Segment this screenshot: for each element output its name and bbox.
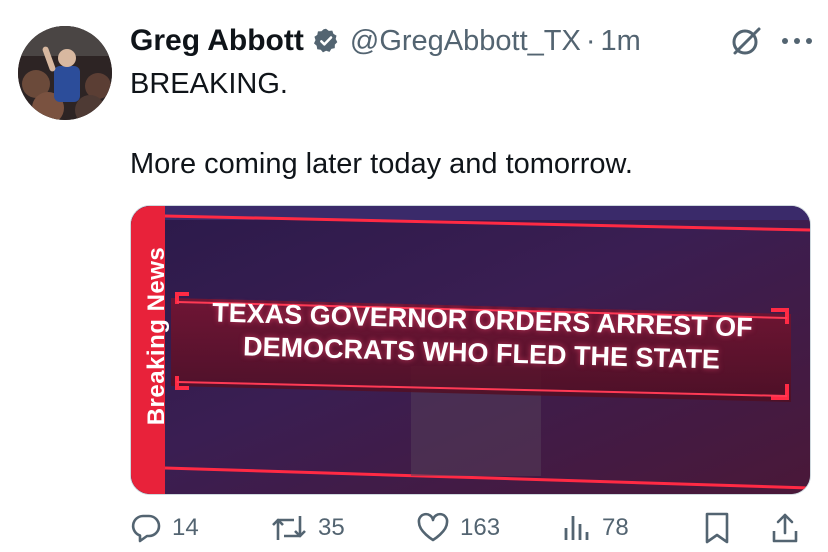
views-count: 78 bbox=[602, 514, 629, 541]
retweet-button[interactable]: 35 bbox=[270, 506, 345, 550]
avatar[interactable] bbox=[18, 26, 112, 120]
display-name[interactable]: Greg Abbott bbox=[130, 24, 304, 58]
action-bar: 14 35 163 78 bbox=[130, 506, 820, 550]
reply-icon bbox=[131, 514, 161, 543]
retweet-icon bbox=[272, 516, 306, 540]
like-button[interactable]: 163 bbox=[416, 506, 500, 550]
bookmark-button[interactable] bbox=[702, 506, 742, 550]
share-icon bbox=[772, 513, 798, 543]
tweet-text: BREAKING. More coming later today and to… bbox=[130, 64, 810, 184]
avatar-photo bbox=[18, 26, 112, 120]
share-button[interactable] bbox=[770, 506, 810, 550]
reply-count: 14 bbox=[172, 514, 199, 541]
tweet-text-line bbox=[130, 104, 810, 144]
timestamp[interactable]: 1m bbox=[601, 25, 641, 58]
more-icon[interactable] bbox=[777, 24, 817, 58]
heart-icon bbox=[417, 512, 449, 542]
reply-button[interactable]: 14 bbox=[130, 506, 199, 550]
views-icon bbox=[564, 516, 589, 540]
views-button[interactable]: 78 bbox=[562, 506, 629, 550]
breaking-news-tag: Breaking News bbox=[143, 246, 170, 426]
retweet-count: 35 bbox=[318, 514, 345, 541]
verified-badge-icon bbox=[313, 28, 338, 53]
handle[interactable]: @GregAbbott_TX bbox=[350, 25, 581, 58]
tweet-header: Greg Abbott @GregAbbott_TX · 1m bbox=[130, 20, 820, 62]
bookmark-icon bbox=[705, 512, 729, 544]
like-count: 163 bbox=[460, 514, 501, 541]
tweet-text-line: BREAKING. bbox=[130, 68, 288, 100]
tweet-text-line: More coming later today and tomorrow. bbox=[130, 148, 633, 180]
media-image[interactable]: Breaking News TEXAS GOVERNOR ORDERS ARRE… bbox=[130, 205, 811, 495]
separator-dot: · bbox=[585, 24, 596, 57]
grok-icon[interactable] bbox=[728, 23, 764, 59]
